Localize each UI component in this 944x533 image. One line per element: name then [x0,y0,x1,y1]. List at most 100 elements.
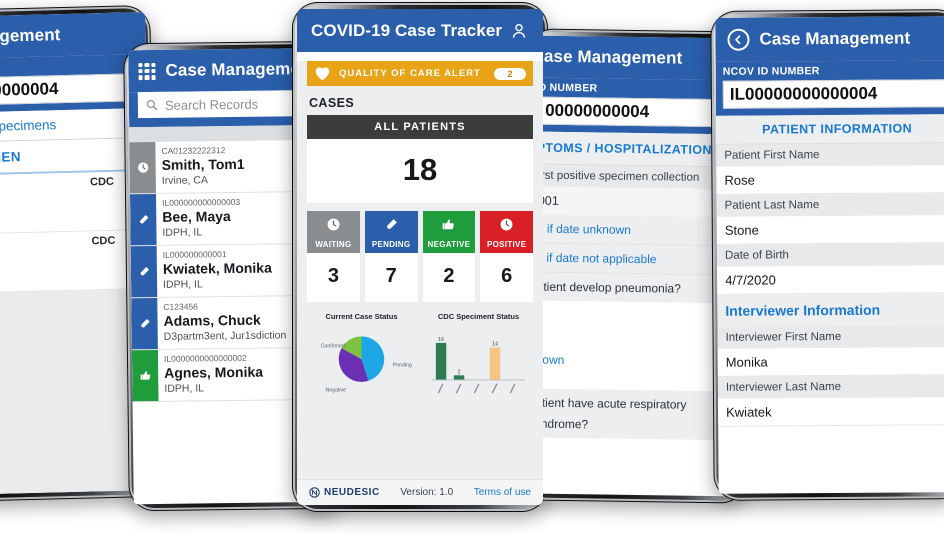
test-tube-icon [140,266,149,276]
back-chevron-icon[interactable] [727,28,750,51]
status-tile-value: 3 [327,265,339,287]
cdc-speciment-status-bars: 16 2 14 [432,337,525,394]
bar-value-label-0: 16 [438,337,444,343]
patient-field-label-2: Date of Birth [716,243,944,267]
ards-question-line2: yndrome? [526,416,743,441]
status-tile-cap: NEGATIVE [422,211,476,253]
thumbs-up-icon [442,219,455,230]
user-account-icon[interactable] [509,21,529,41]
alert-label: QUALITY OF CARE ALERT [339,68,481,79]
version-label: Version: 1.0 [400,487,454,498]
grid-menu-icon[interactable] [138,62,156,80]
patient-appbar-title: Case Management [759,28,911,49]
bar-0 [435,342,447,380]
patient-field-label-1: Patient Last Name [716,193,944,217]
case-id: C123456 [163,301,198,312]
pneumonia-unknown-option[interactable]: nown [527,348,744,374]
patient-field-input-2[interactable]: 4/7/2020 [717,265,944,295]
case-status-flag [131,297,158,350]
pie-label-confirmed: Confirmed [321,344,345,350]
clock-icon [327,218,340,231]
symptoms-appbar-title: ase Management [543,46,683,68]
search-icon [146,99,158,111]
patient-field-label-0: Patient First Name [716,143,944,167]
bar-chart-card: CDC Speciment Status 16 2 14 [422,312,535,402]
clock-icon [500,218,513,231]
pie-label-pending: Pending [393,363,412,369]
terms-of-use-link[interactable]: Terms of use [474,487,531,498]
neudesic-label: NEUDESIC [324,487,380,498]
neudesic-mark-icon [309,487,320,498]
bar-chart-title: CDC Speciment Status [437,312,520,321]
status-tile-value: 7 [385,265,397,287]
bar-tick-label-2 [473,383,480,394]
status-tile-label: NEGATIVE [427,240,471,249]
search-placeholder: Search Records [164,96,259,113]
interviewer-information-subsection: Interviewer Information [717,293,944,327]
case-status-flag [129,141,156,194]
status-tile-value: 2 [443,265,455,287]
patient-field-input-0[interactable]: Rose [716,165,944,195]
patient-field-input-1[interactable]: Stone [716,215,944,245]
bar-value-label-3: 14 [492,342,498,348]
dashboard-appbar-title: COVID-19 Case Tracker [311,20,503,40]
clock-icon [137,162,148,173]
status-tile-cap: PENDING [364,211,418,253]
case-id: IL000000000000003 [162,196,241,208]
interviewer-field-label-1: Interviewer Last Name [717,375,944,399]
status-tile-label: POSITIVE [486,240,527,249]
specimen-timestamp: /2020 12:30 PM [0,266,144,286]
specimen-date-input[interactable]: 001 [529,186,721,218]
phone-dashboard: COVID-19 Case Tracker QUALITY OF CARE AL… [292,2,548,512]
status-tile-positive[interactable]: POSITIVE 6 [480,211,533,302]
case-status-flag [129,193,157,246]
status-tile-label: WAITING [315,240,352,249]
interviewer-fields: Interviewer First Name Monika Interviewer … [717,325,944,427]
status-tile-label: PENDING [371,240,411,249]
interviewer-field-input-1[interactable]: Kwiatek [718,397,944,427]
specimen-source: CDC [89,175,115,189]
status-tiles: WAITING 3 PENDING 7 NEGATIVE 2 POSITIVE 6 [307,211,533,302]
test-tube-icon [386,219,397,229]
pie-label-negative: Negative [326,387,347,393]
pie-chart-title: Current Case Status [325,312,398,321]
heart-icon [315,67,330,81]
ards-answer-area[interactable] [526,437,743,481]
bar-tick-label-0 [437,383,444,394]
patient-appbar: Case Management [715,16,944,62]
patient-information-section: PATIENT INFORMATION [716,114,944,145]
dashboard-appbar: COVID-19 Case Tracker [297,9,543,52]
cases-heading: CASES [309,96,355,110]
interviewer-field-input-0[interactable]: Monika [717,347,944,377]
alert-count-badge: 2 [494,67,526,80]
status-tile-waiting[interactable]: WAITING 3 [307,211,360,302]
bar-tick-label-1 [455,383,462,394]
specimen-timestamp: /2020 12:27 PM [0,207,142,227]
all-patients-tab[interactable]: ALL PATIENTS [307,115,533,139]
bar-tick-label-4 [509,383,516,394]
quality-of-care-alert[interactable]: QUALITY OF CARE ALERT 2 [307,61,533,86]
thumbs-up-icon [140,371,150,380]
status-tile-negative[interactable]: NEGATIVE 2 [422,211,476,302]
specimen-source: CDC [91,234,116,248]
screenshot-stage: Case Management NCOV ID NUMBER IL0000000… [0,0,944,533]
interviewer-field-label-0: Interviewer First Name [717,325,944,349]
test-tube-icon [140,318,150,328]
neudesic-logo: NEUDESIC [309,487,380,498]
case-id: CA01232222312 [161,145,226,156]
all-patients-count: 18 [307,139,533,203]
status-tile-pending[interactable]: PENDING 7 [364,211,418,302]
bar-3 [489,347,501,380]
bar-1 [453,375,465,380]
specimens-appbar: Case Management [0,12,147,61]
specimens-appbar-title: Case Management [0,25,61,48]
specimens-id-input[interactable]: IL00000000000004 [0,73,141,107]
patient-id-input[interactable]: IL00000000000004 [722,79,944,109]
case-id: IL000000000001 [162,249,227,260]
phone-dashboard-screen: COVID-19 Case Tracker QUALITY OF CARE AL… [297,9,543,505]
phone-patient-info-screen: Case Management NCOV ID NUMBER IL0000000… [715,16,944,494]
bar-tick-label-3 [491,383,498,394]
bar-value-label-1: 2 [458,369,461,375]
symptoms-id-input[interactable]: 00000000004 [537,96,714,128]
phone-patient-info: Case Management NCOV ID NUMBER IL0000000… [710,9,944,501]
